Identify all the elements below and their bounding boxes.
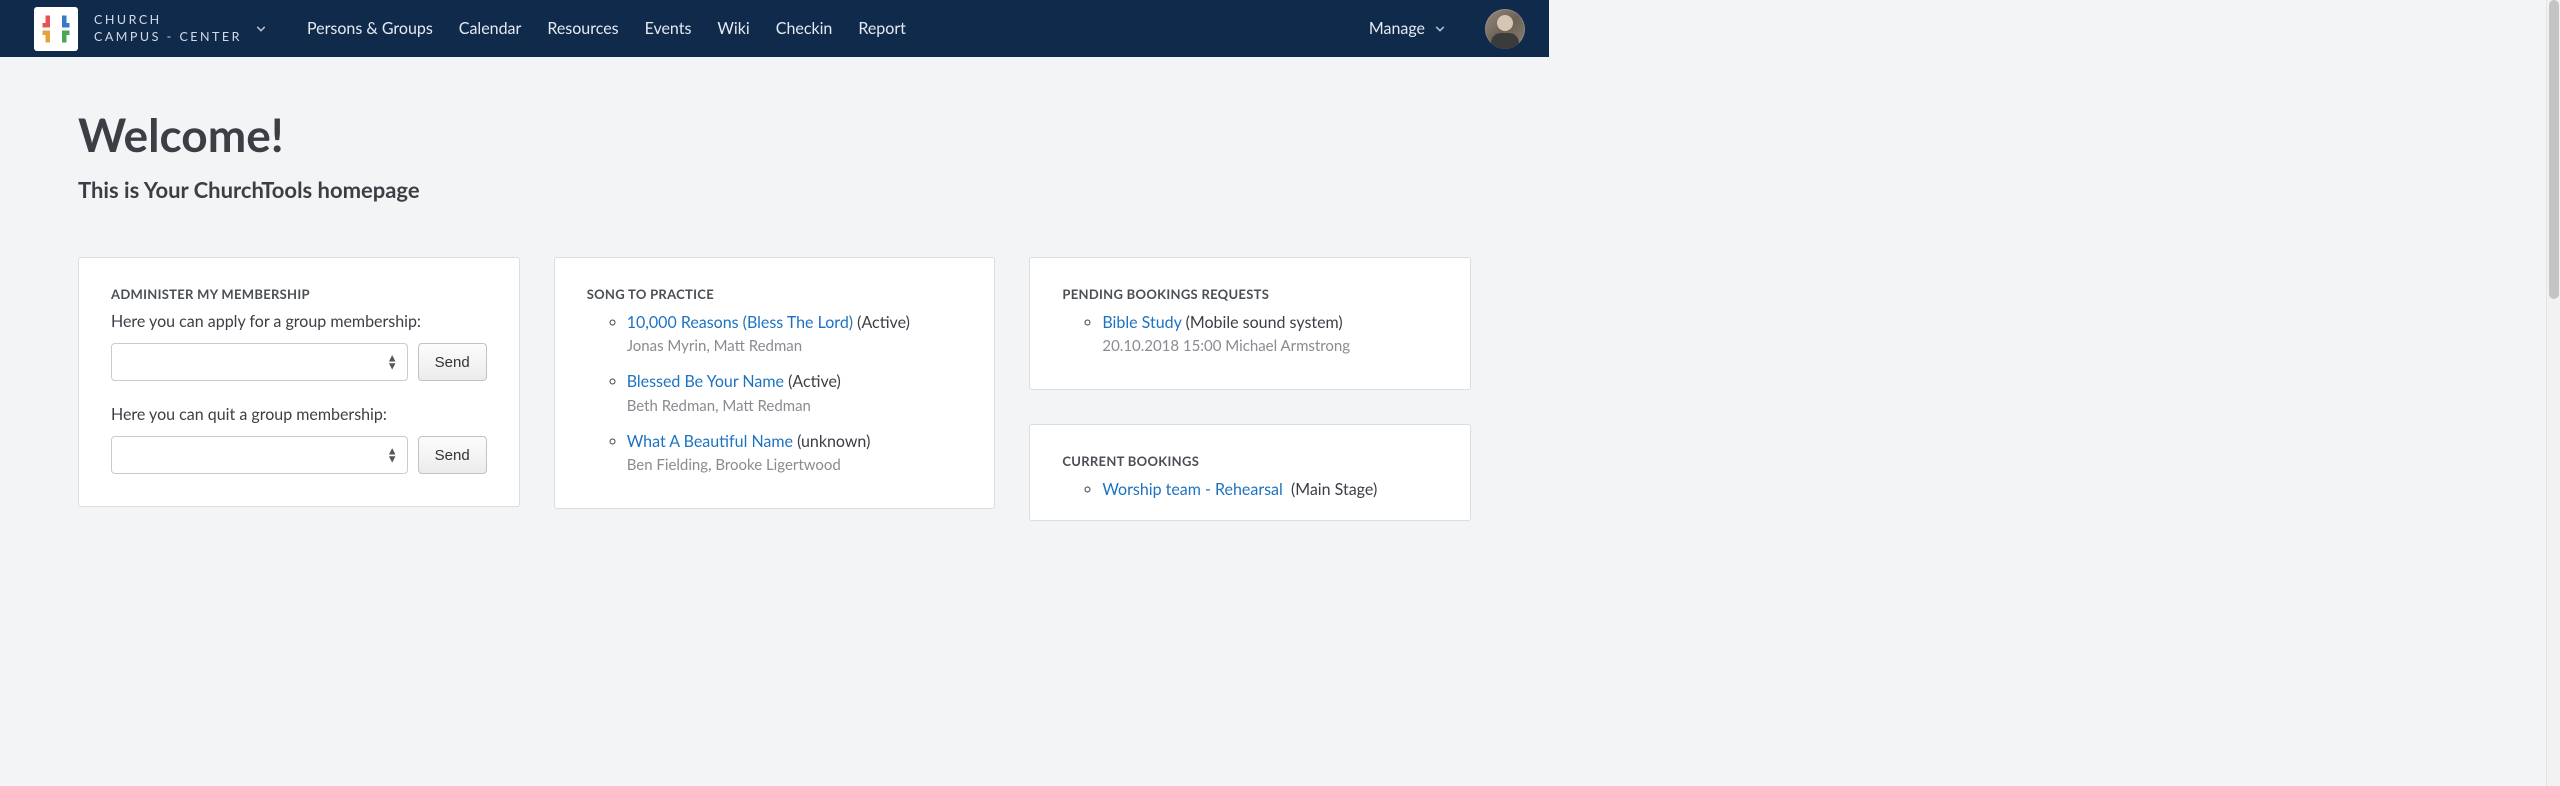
chevron-down-icon xyxy=(256,24,266,34)
apply-lead: Here you can apply for a group membershi… xyxy=(111,312,487,331)
nav-checkin[interactable]: Checkin xyxy=(763,0,846,57)
list-item: 10,000 Reasons (Bless The Lord) (Active)… xyxy=(627,312,963,357)
song-link[interactable]: Blessed Be Your Name xyxy=(627,372,784,391)
nav-events[interactable]: Events xyxy=(632,0,705,57)
manage-label: Manage xyxy=(1369,19,1425,38)
apply-select-wrap: ▲▼ xyxy=(111,343,408,381)
song-authors: Jonas Myrin, Matt Redman xyxy=(627,336,963,357)
scrollbar[interactable] xyxy=(2546,0,2560,786)
pending-list: Bible Study (Mobile sound system) 20.10.… xyxy=(1062,312,1438,357)
avatar[interactable] xyxy=(1485,9,1525,49)
chevron-down-icon xyxy=(1435,24,1445,34)
quit-send-button[interactable]: Send xyxy=(418,436,487,474)
manage-menu[interactable]: Manage xyxy=(1369,19,1445,38)
list-item: Bible Study (Mobile sound system) 20.10.… xyxy=(1102,312,1438,357)
membership-title: ADMINISTER MY MEMBERSHIP xyxy=(111,286,487,302)
current-list: Worship team - Rehearsal (Main Stage) xyxy=(1062,479,1438,501)
apply-send-button[interactable]: Send xyxy=(418,343,487,381)
nav-report[interactable]: Report xyxy=(845,0,919,57)
song-authors: Ben Fielding, Brooke Ligertwood xyxy=(627,455,963,476)
song-link[interactable]: 10,000 Reasons (Bless The Lord) xyxy=(627,313,853,332)
quit-select-wrap: ▲▼ xyxy=(111,436,408,474)
list-item: Worship team - Rehearsal (Main Stage) xyxy=(1102,479,1438,501)
nav-resources[interactable]: Resources xyxy=(534,0,631,57)
booking-detail: (Mobile sound system) xyxy=(1186,313,1343,332)
page-subtitle: This is Your ChurchTools homepage xyxy=(78,176,1471,203)
main-content: Welcome! This is Your ChurchTools homepa… xyxy=(0,57,1549,521)
current-bookings-card: CURRENT BOOKINGS Worship team - Rehearsa… xyxy=(1029,424,1471,520)
brand-text: CHURCH CAMPUS - CENTER xyxy=(94,12,242,45)
scrollbar-thumb[interactable] xyxy=(2549,0,2559,299)
current-title: CURRENT BOOKINGS xyxy=(1062,453,1438,469)
songs-title: SONG TO PRACTICE xyxy=(587,286,963,302)
logo-icon xyxy=(41,14,71,44)
song-authors: Beth Redman, Matt Redman xyxy=(627,396,963,417)
quit-lead: Here you can quit a group membership: xyxy=(111,405,487,424)
membership-card: ADMINISTER MY MEMBERSHIP Here you can ap… xyxy=(78,257,520,507)
brand[interactable]: CHURCH CAMPUS - CENTER xyxy=(34,7,266,51)
pending-title: PENDING BOOKINGS REQUESTS xyxy=(1062,286,1438,302)
nav-persons-groups[interactable]: Persons & Groups xyxy=(294,0,446,57)
nav-links: Persons & Groups Calendar Resources Even… xyxy=(294,0,919,57)
booking-link[interactable]: Worship team - Rehearsal xyxy=(1102,480,1282,499)
nav-calendar[interactable]: Calendar xyxy=(446,0,535,57)
songs-card: SONG TO PRACTICE 10,000 Reasons (Bless T… xyxy=(554,257,996,509)
page-title: Welcome! xyxy=(78,107,1471,162)
booking-sub: 20.10.2018 15:00 Michael Armstrong xyxy=(1102,336,1438,357)
song-link[interactable]: What A Beautiful Name xyxy=(627,432,793,451)
quit-group-select[interactable] xyxy=(111,436,408,474)
booking-detail: (Main Stage) xyxy=(1291,480,1377,499)
nav-wiki[interactable]: Wiki xyxy=(704,0,762,57)
pending-bookings-card: PENDING BOOKINGS REQUESTS Bible Study (M… xyxy=(1029,257,1471,390)
songs-list: 10,000 Reasons (Bless The Lord) (Active)… xyxy=(587,312,963,476)
booking-link[interactable]: Bible Study xyxy=(1102,313,1181,332)
app-logo xyxy=(34,7,78,51)
apply-group-select[interactable] xyxy=(111,343,408,381)
nav-right: Manage xyxy=(1369,9,1525,49)
list-item: What A Beautiful Name (unknown) Ben Fiel… xyxy=(627,431,963,476)
list-item: Blessed Be Your Name (Active) Beth Redma… xyxy=(627,371,963,416)
navbar: CHURCH CAMPUS - CENTER Persons & Groups … xyxy=(0,0,1549,57)
